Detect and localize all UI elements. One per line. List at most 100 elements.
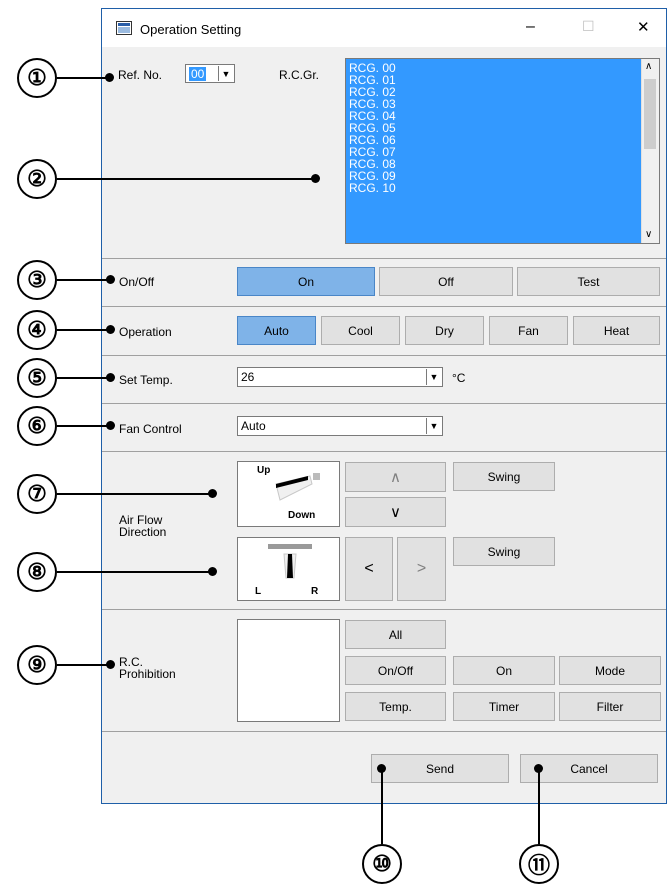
- prohibition-indicator: [237, 619, 340, 722]
- ref-no-label: Ref. No.: [118, 68, 163, 82]
- prohibition-label: R.C. Prohibition: [119, 655, 176, 681]
- prohibit-onoff-button[interactable]: On/Off: [345, 656, 446, 685]
- app-icon: [116, 21, 132, 35]
- onoff-label: On/Off: [119, 275, 155, 289]
- vane-down-button[interactable]: ∨: [345, 497, 446, 527]
- callout-6: ⑥: [17, 406, 57, 446]
- divider: [102, 306, 666, 307]
- prohibit-all-button[interactable]: All: [345, 620, 446, 649]
- divider: [102, 451, 666, 452]
- divider: [102, 731, 666, 732]
- leader-line: [57, 279, 110, 281]
- callout-10: ⑩: [362, 844, 402, 884]
- ref-no-value: 00: [189, 66, 207, 81]
- vertical-swing-button[interactable]: Swing: [453, 462, 555, 491]
- rcg-list[interactable]: RCG. 00 RCG. 01 RCG. 02 RCG. 03 RCG. 04 RCG. …: [345, 58, 660, 244]
- operation-label: Operation: [119, 325, 172, 339]
- callout-4: ④: [17, 310, 57, 350]
- divider: [102, 355, 666, 356]
- horizontal-vane-icon: [268, 544, 312, 579]
- callout-2: ②: [17, 159, 57, 199]
- leader-dot: [106, 325, 115, 334]
- rcg-list-item[interactable]: RCG. 10: [346, 182, 659, 194]
- right-label: R: [311, 586, 319, 597]
- vertical-vane-indicator: Up Down: [237, 461, 340, 527]
- leader-line: [57, 77, 109, 79]
- operation-setting-window: Operation Setting – ☐ ✕ Ref. No. 00 ▼ R.…: [101, 8, 667, 804]
- leader-line: [381, 768, 383, 844]
- leader-dot: [106, 421, 115, 430]
- mode-cool-button[interactable]: Cool: [321, 316, 400, 345]
- test-button[interactable]: Test: [517, 267, 660, 296]
- leader-line: [57, 329, 110, 331]
- fan-control-select[interactable]: Auto ▼: [237, 416, 443, 436]
- maximize-button[interactable]: ☐: [582, 18, 595, 35]
- mode-heat-button[interactable]: Heat: [573, 316, 660, 345]
- callout-8: ⑧: [17, 552, 57, 592]
- rcgr-label: R.C.Gr.: [279, 68, 320, 82]
- callout-7: ⑦: [17, 474, 57, 514]
- title-bar: Operation Setting – ☐ ✕: [102, 9, 666, 47]
- leader-line: [57, 425, 110, 427]
- horizontal-swing-button[interactable]: Swing: [453, 537, 555, 566]
- chevron-down-icon: ▼: [426, 369, 441, 385]
- send-button[interactable]: Send: [371, 754, 509, 783]
- prohibit-temp-button[interactable]: Temp.: [345, 692, 446, 721]
- leader-dot: [106, 275, 115, 284]
- callout-3: ③: [17, 260, 57, 300]
- leader-dot: [311, 174, 320, 183]
- leader-dot: [534, 764, 543, 773]
- down-label: Down: [288, 510, 316, 521]
- callout-5: ⑤: [17, 358, 57, 398]
- temp-unit: °C: [452, 371, 466, 385]
- ref-no-select[interactable]: 00 ▼: [185, 64, 235, 83]
- prohibit-on-button[interactable]: On: [453, 656, 555, 685]
- callout-9: ⑨: [17, 645, 57, 685]
- rcg-list-items: RCG. 00 RCG. 01 RCG. 02 RCG. 03 RCG. 04 RCG. …: [346, 59, 659, 194]
- leader-dot: [208, 489, 217, 498]
- air-flow-label: Air Flow Direction: [119, 513, 167, 539]
- vane-up-icon: [275, 473, 320, 501]
- on-button[interactable]: On: [237, 267, 375, 296]
- divider: [102, 258, 666, 259]
- fan-control-value: Auto: [241, 419, 266, 433]
- scroll-up-icon[interactable]: ∧: [645, 61, 652, 72]
- scroll-down-icon[interactable]: ∨: [645, 229, 652, 240]
- chevron-down-icon: ▼: [218, 66, 233, 81]
- horizontal-vane-indicator: L R: [237, 537, 340, 601]
- fan-control-label: Fan Control: [119, 422, 182, 436]
- leader-line: [57, 493, 212, 495]
- callout-1: ①: [17, 58, 57, 98]
- leader-dot: [377, 764, 386, 773]
- left-label: L: [255, 586, 262, 597]
- leader-line: [538, 768, 540, 844]
- divider: [102, 403, 666, 404]
- vane-left-button[interactable]: <: [345, 537, 393, 601]
- set-temp-label: Set Temp.: [119, 373, 173, 387]
- prohibit-timer-button[interactable]: Timer: [453, 692, 555, 721]
- close-button[interactable]: ✕: [637, 18, 650, 36]
- mode-fan-button[interactable]: Fan: [489, 316, 568, 345]
- scroll-thumb[interactable]: [644, 79, 656, 149]
- window-title: Operation Setting: [140, 22, 242, 37]
- chevron-down-icon: ▼: [426, 418, 441, 434]
- vane-up-button[interactable]: ∧: [345, 462, 446, 492]
- callout-11: ⑪: [519, 844, 559, 884]
- off-button[interactable]: Off: [379, 267, 513, 296]
- prohibit-mode-button[interactable]: Mode: [559, 656, 661, 685]
- leader-dot: [208, 567, 217, 576]
- leader-line: [57, 571, 212, 573]
- leader-dot: [106, 373, 115, 382]
- rcg-list-scrollbar[interactable]: ∧ ∨: [641, 59, 659, 243]
- vane-right-button[interactable]: >: [397, 537, 446, 601]
- minimize-button[interactable]: –: [526, 18, 535, 36]
- leader-line: [57, 377, 110, 379]
- set-temp-select[interactable]: 26 ▼: [237, 367, 443, 387]
- leader-dot: [106, 660, 115, 669]
- leader-line: [57, 178, 315, 180]
- prohibit-filter-button[interactable]: Filter: [559, 692, 661, 721]
- mode-dry-button[interactable]: Dry: [405, 316, 484, 345]
- divider: [102, 609, 666, 610]
- set-temp-value: 26: [241, 370, 255, 384]
- mode-auto-button[interactable]: Auto: [237, 316, 316, 345]
